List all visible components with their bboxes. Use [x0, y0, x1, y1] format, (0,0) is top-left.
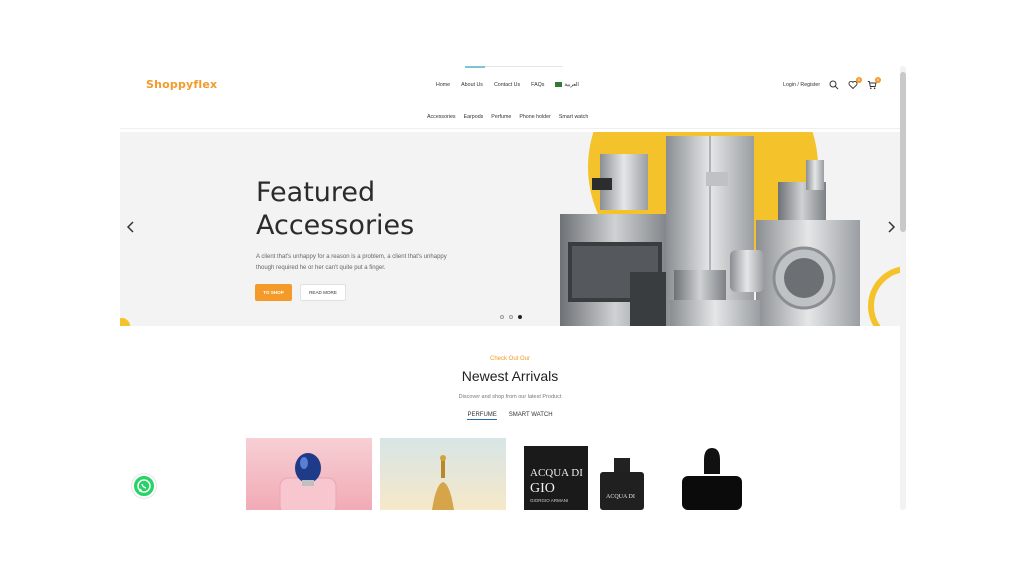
category-perfume[interactable]: Perfume: [491, 114, 511, 120]
category-phone-holder[interactable]: Phone holder: [519, 114, 551, 120]
slider-dot[interactable]: [509, 315, 513, 319]
section-kicker: Check Out Our: [489, 356, 530, 362]
hero-title: Featured Accessories: [256, 176, 414, 242]
site-logo[interactable]: Shoppyflex: [146, 78, 217, 91]
perfume-boxes-image: ACQUA DI GIO GIORGIO ARMANI ACQUA DI: [524, 446, 742, 510]
category-accessories[interactable]: Accessories: [427, 114, 456, 120]
to-shop-button[interactable]: TO SHOP: [255, 284, 292, 301]
scrollbar-thumb[interactable]: [900, 72, 906, 232]
hero-title-line1: Featured: [256, 177, 376, 208]
section-subtitle: Discover and shop from our latest Produc…: [458, 394, 562, 400]
cart-icon[interactable]: 0: [867, 77, 882, 90]
main-nav: Home About Us Contact Us FAQs العربية: [436, 82, 579, 88]
hero-yellow-dot: [120, 318, 130, 326]
section-title: Newest Arrivals: [461, 368, 559, 384]
header-divider: [120, 128, 900, 129]
nav-faqs[interactable]: FAQs: [531, 82, 544, 88]
product-text-brand: GIORGIO ARMANI: [530, 498, 568, 503]
whatsapp-icon: [137, 479, 151, 493]
nav-about-us[interactable]: About Us: [461, 82, 483, 88]
hero-slider: Featured Accessories A client that's unh…: [120, 132, 900, 326]
wishlist-icon[interactable]: 0: [848, 77, 863, 90]
product-text-bottle: ACQUA DI: [606, 494, 635, 500]
product-card[interactable]: [380, 438, 506, 510]
category-nav: Accessories Earpods Perfume Phone holder…: [427, 114, 588, 120]
header-actions: Login / Register 0 0: [783, 77, 882, 90]
slider-dot[interactable]: [500, 315, 504, 319]
top-progress-accent: [465, 66, 485, 68]
saudi-flag-icon: [555, 82, 563, 88]
nav-contact-us[interactable]: Contact Us: [494, 82, 520, 88]
product-card[interactable]: ACQUA DI GIO GIORGIO ARMANI ACQUA DI: [514, 438, 754, 510]
product-text-acqua: ACQUA DI: [530, 467, 583, 479]
perfume-bottle-pink-image: [279, 453, 337, 510]
newest-arrivals-section: Check Out Our Newest Arrivals Discover a…: [120, 356, 900, 420]
hero-description: A client that's unhappy for a reason is …: [256, 254, 447, 271]
product-grid: ACQUA DI GIO GIORGIO ARMANI ACQUA DI: [246, 438, 754, 510]
category-smart-watch[interactable]: Smart watch: [559, 114, 588, 120]
product-text-gio: GIO: [530, 481, 555, 496]
read-more-button[interactable]: READ MORE: [300, 284, 346, 301]
hero-yellow-ring: [868, 266, 900, 326]
wishlist-count-badge: 0: [856, 77, 863, 83]
product-tabs: PERFUME SMART WATCH: [120, 412, 900, 420]
nav-home[interactable]: Home: [436, 82, 450, 88]
language-label: العربية: [564, 82, 579, 88]
appliances-image: [560, 136, 860, 326]
chevron-right-icon[interactable]: [886, 220, 896, 237]
vertical-scrollbar[interactable]: [900, 66, 906, 510]
category-earpods[interactable]: Earpods: [464, 114, 484, 120]
tab-perfume[interactable]: PERFUME: [467, 412, 497, 420]
top-progress-line: [465, 66, 563, 68]
slider-dot-active[interactable]: [518, 315, 522, 319]
slider-dots: [500, 315, 522, 319]
browser-viewport: Shoppyflex Home About Us Contact Us FAQs…: [120, 66, 906, 510]
tab-smart-watch[interactable]: SMART WATCH: [509, 412, 553, 420]
search-icon[interactable]: [829, 80, 839, 90]
hero-title-line2: Accessories: [256, 210, 415, 241]
language-switch[interactable]: العربية: [555, 82, 579, 88]
chevron-left-icon[interactable]: [126, 220, 136, 237]
cart-count-badge: 0: [875, 77, 882, 83]
perfume-bottle-gold-image: [432, 455, 454, 510]
whatsapp-chat-button[interactable]: [132, 474, 156, 498]
product-card[interactable]: [246, 438, 372, 510]
login-register-link[interactable]: Login / Register: [783, 82, 820, 88]
